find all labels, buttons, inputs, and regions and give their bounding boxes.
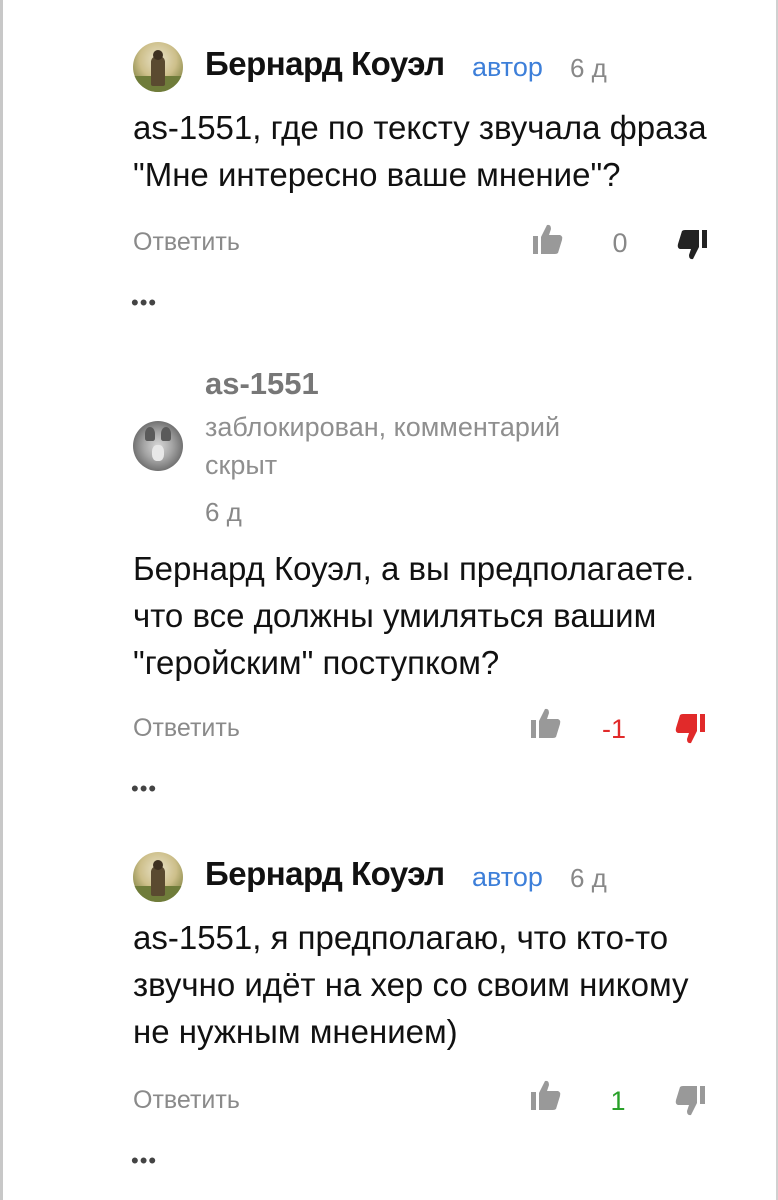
- comment-text-line: as-1551, где по тексту звучала фраза: [133, 109, 707, 146]
- avatar[interactable]: [133, 421, 183, 471]
- timestamp: 6 д: [570, 863, 607, 893]
- author-name[interactable]: Бернард Коуэл: [205, 855, 445, 893]
- author-badge: автор: [472, 52, 543, 82]
- timestamp: 6 д: [570, 53, 607, 83]
- comment-text-line: "Мне интересно ваше мнение"?: [133, 156, 621, 193]
- author-name[interactable]: Бернард Коуэл: [205, 45, 445, 83]
- author-badge: автор: [472, 862, 543, 892]
- more-options-icon[interactable]: •••: [131, 776, 157, 802]
- thumbs-up-icon[interactable]: [528, 1078, 562, 1112]
- reply-button[interactable]: Ответить: [133, 1086, 240, 1115]
- more-options-icon[interactable]: •••: [131, 1148, 157, 1174]
- thumbs-down-icon[interactable]: [676, 228, 710, 262]
- comment-text-line: не нужным мнением): [133, 1013, 458, 1050]
- thumbs-down-icon[interactable]: [674, 712, 708, 746]
- blocked-status-line: заблокирован, комментарий: [205, 412, 561, 442]
- reply-button[interactable]: Ответить: [133, 228, 240, 257]
- rating-score: -1: [601, 714, 626, 744]
- thumbs-up-icon[interactable]: [528, 706, 562, 740]
- blocked-status-line: скрыт: [205, 450, 278, 480]
- comment-text-line: as-1551, я предполагаю, что кто-то: [133, 919, 669, 956]
- thumbs-up-icon[interactable]: [530, 222, 564, 256]
- thumbs-down-icon[interactable]: [674, 1084, 708, 1118]
- timestamp: 6 д: [205, 497, 242, 527]
- comment-text: as-1551, я предполагаю, что кто-то звучн…: [133, 914, 733, 1055]
- rating-score: 1: [610, 1086, 626, 1116]
- rating-score: 0: [612, 228, 628, 258]
- avatar[interactable]: [133, 852, 183, 902]
- comment-text: as-1551, где по тексту звучала фраза "Мн…: [133, 104, 733, 198]
- comment-text: Бернард Коуэл, а вы предполагаете. что в…: [133, 545, 733, 686]
- comment-text-line: звучно идёт на хер со своим никому: [133, 966, 689, 1003]
- comment-text-line: что все должны умиляться вашим: [133, 597, 657, 634]
- more-options-icon[interactable]: •••: [131, 290, 157, 316]
- comment-text-line: Бернард Коуэл, а вы предполагаете.: [133, 550, 695, 587]
- author-name[interactable]: as-1551: [205, 366, 319, 402]
- comment-text-line: "геройским" поступком?: [133, 644, 500, 681]
- avatar[interactable]: [133, 42, 183, 92]
- blocked-status: заблокирован, комментарий скрыт: [205, 408, 625, 484]
- reply-button[interactable]: Ответить: [133, 714, 240, 743]
- left-border: [0, 0, 3, 1200]
